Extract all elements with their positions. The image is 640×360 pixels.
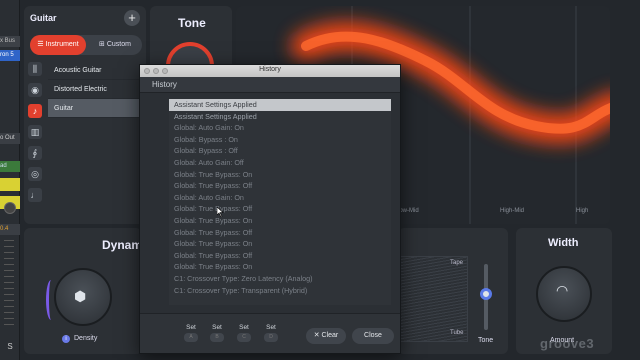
info-icon[interactable]: i <box>62 335 70 343</box>
history-item[interactable]: C1: Crossover Type: Zero Latency (Analog… <box>169 273 391 285</box>
set-label: Set <box>266 324 276 331</box>
mouse-cursor-icon <box>217 207 224 217</box>
tube-label: Tube <box>450 330 464 336</box>
set-slot: D <box>264 333 278 342</box>
tab-instrument[interactable]: ☰ Instrument <box>30 35 86 55</box>
history-item[interactable]: Global: True Bypass: On <box>169 169 391 181</box>
set-label: Set <box>212 324 222 331</box>
browser-tab-switch: ☰ Instrument ⊞ Custom <box>30 35 142 55</box>
history-item[interactable]: Global: True Bypass: On <box>169 261 391 273</box>
category-icon-bar: ⫼ ◉ ♪ ▥ ∮ ◎ ♩ <box>28 62 44 222</box>
host-bus-label[interactable]: x Bus <box>0 36 20 47</box>
hexagon-icon: ⬢ <box>74 288 87 304</box>
band-high: High <box>576 208 589 214</box>
history-header: History <box>140 77 400 93</box>
list-icon: ☰ <box>37 41 46 48</box>
history-item[interactable]: Global: True Bypass: Off <box>169 227 391 239</box>
dynamics-panel: Dynam ⬢ i Density <box>24 228 142 354</box>
history-window: History History Assistant Settings Appli… <box>139 64 401 354</box>
clear-label: Clear <box>321 332 339 339</box>
set-slot: B <box>210 333 224 342</box>
set-label: Set <box>239 324 249 331</box>
strings-icon[interactable]: ∮ <box>28 146 42 160</box>
host-pan-knob[interactable] <box>4 202 16 214</box>
history-item[interactable]: Global: True Bypass: Off <box>169 203 391 215</box>
tape-label: Tape <box>450 260 464 266</box>
add-preset-button[interactable]: + <box>124 10 140 26</box>
history-footer: Set A Set B Set C Set D ✕ Clear Close <box>140 313 400 353</box>
set-b-button[interactable]: Set B <box>207 324 227 342</box>
tone-slider-thumb[interactable] <box>480 288 492 300</box>
tab-instrument-label: Instrument <box>45 41 79 48</box>
set-label: Set <box>186 324 196 331</box>
tape-tube-panel: Tape Tube Tone <box>398 228 508 354</box>
close-button[interactable]: Close <box>352 328 394 344</box>
instrument-browser: Guitar + ☰ Instrument ⊞ Custom ⫼ ◉ ♪ ▥ ∮… <box>24 6 164 224</box>
browser-title: Guitar <box>30 13 57 23</box>
history-list[interactable]: Assistant Settings Applied Assistant Sett… <box>169 99 391 305</box>
host-track-label[interactable]: ron 5 <box>0 50 20 61</box>
history-item[interactable]: Global: Bypass : Off <box>169 145 391 157</box>
set-slot: C <box>237 333 251 342</box>
tone-slider-label: Tone <box>478 337 494 344</box>
speaker-icon[interactable]: ◉ <box>28 83 42 97</box>
mixer-icon[interactable]: ⫼ <box>28 62 42 76</box>
host-track-strip: x Bus ron 5 o Out ad 0.4 S <box>0 0 20 360</box>
tab-custom[interactable]: ⊞ Custom <box>88 35 142 55</box>
history-item[interactable]: Assistant Settings Applied <box>169 99 391 111</box>
piano-icon[interactable]: ▥ <box>28 125 42 139</box>
window-titlebar[interactable]: History <box>140 65 400 77</box>
dynamics-title: Dynam <box>102 238 143 252</box>
set-c-button[interactable]: Set C <box>234 324 254 342</box>
drum-icon[interactable]: ◎ <box>28 167 42 181</box>
clear-button[interactable]: ✕ Clear <box>306 328 346 344</box>
tab-custom-label: Custom <box>106 41 131 48</box>
close-icon: ✕ <box>313 332 322 339</box>
host-read-label[interactable]: ad <box>0 161 20 172</box>
history-item[interactable]: Global: True Bypass: Off <box>169 180 391 192</box>
history-item[interactable]: Global: Auto Gain: On <box>169 122 391 134</box>
history-item[interactable]: Global: Auto Gain: On <box>169 192 391 204</box>
plus-square-icon: ⊞ <box>99 41 107 48</box>
history-item[interactable]: Global: True Bypass: On <box>169 215 391 227</box>
host-level-meter <box>4 240 14 330</box>
gauge-icon: ◠ <box>556 282 569 298</box>
host-value-readout: 0.4 <box>0 224 20 235</box>
host-output-label[interactable]: o Out <box>0 133 20 144</box>
host-solo-button[interactable] <box>0 178 20 191</box>
history-item[interactable]: C1: Crossover Type: Transparent (Hybrid) <box>169 285 391 297</box>
host-s-button[interactable]: S <box>0 341 20 352</box>
width-title: Width <box>548 237 579 249</box>
bass-icon[interactable]: ♩ <box>28 188 42 202</box>
watermark-logo: groove3 <box>540 336 595 351</box>
set-slot: A <box>184 333 198 342</box>
window-title: History <box>259 66 281 73</box>
set-d-button[interactable]: Set D <box>261 324 281 342</box>
band-high-mid: High-Mid <box>500 208 525 214</box>
history-item[interactable]: Assistant Settings Applied <box>169 111 391 123</box>
density-label: Density <box>74 335 98 342</box>
history-item[interactable]: Global: Bypass : On <box>169 134 391 146</box>
guitar-icon[interactable]: ♪ <box>28 104 42 118</box>
history-item[interactable]: Global: True Bypass: On <box>169 238 391 250</box>
history-item[interactable]: Global: Auto Gain: Off <box>169 157 391 169</box>
tone-title: Tone <box>178 16 206 30</box>
set-a-button[interactable]: Set A <box>181 324 201 342</box>
history-item[interactable]: Global: True Bypass: Off <box>169 250 391 262</box>
